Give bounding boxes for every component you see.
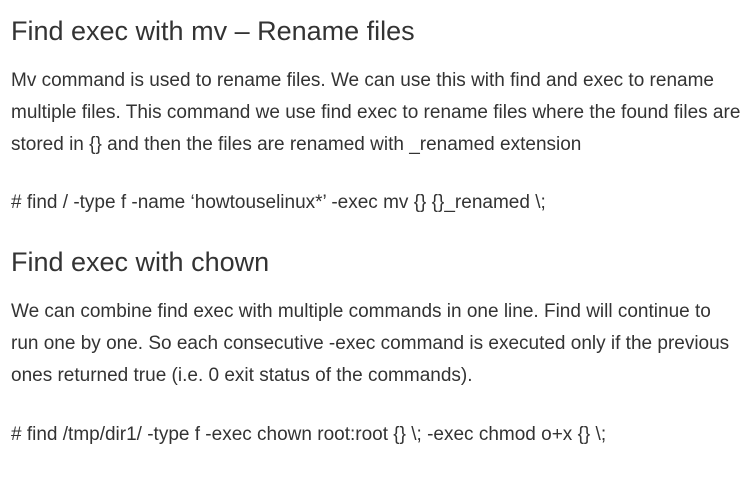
section-heading: Find exec with mv – Rename files <box>11 16 415 46</box>
section-find-exec-mv: Find exec with mv – Rename files Mv comm… <box>11 14 741 213</box>
section-paragraph: Mv command is used to rename files. We c… <box>11 70 741 155</box>
command-example: # find /tmp/dir1/ -type f -exec chown ro… <box>11 424 607 445</box>
section-paragraph: We can combine find exec with multiple c… <box>11 301 730 386</box>
command-example: # find / -type f -name ‘howtouselinux*’ … <box>11 192 546 213</box>
section-heading: Find exec with chown <box>11 247 270 277</box>
article-page: Find exec with mv – Rename files Mv comm… <box>0 0 751 478</box>
section-find-exec-chown: Find exec with chown We can combine find… <box>11 245 741 445</box>
